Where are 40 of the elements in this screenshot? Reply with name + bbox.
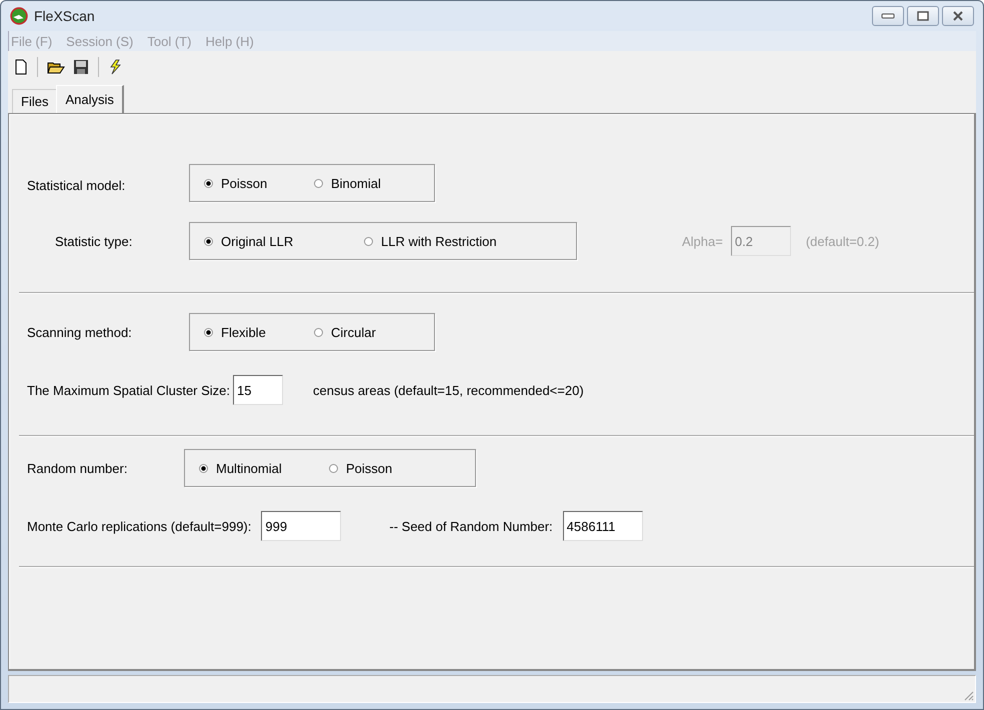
minimize-button[interactable]	[872, 6, 904, 26]
save-button[interactable]	[71, 57, 91, 77]
input-field[interactable]: 4586111	[562, 511, 643, 541]
close-button[interactable]	[942, 6, 974, 26]
radio-button[interactable]	[364, 236, 373, 246]
field-label: -- Seed of Random Number:	[389, 518, 553, 534]
field-label: The Maximum Spatial Cluster Size:	[27, 382, 230, 398]
radio-button[interactable]	[199, 464, 208, 472]
tab[interactable]: Files	[12, 89, 58, 113]
radio-label[interactable]: Poisson	[221, 176, 268, 190]
field-label: census areas (default=15, recommended<=20)	[313, 382, 584, 398]
input-field[interactable]: 15	[233, 375, 284, 405]
radio-button[interactable]	[204, 236, 213, 246]
app-icon	[10, 7, 28, 25]
radio-button[interactable]	[329, 464, 338, 472]
radio-button[interactable]	[314, 178, 323, 188]
radio-label[interactable]: Flexible	[221, 324, 266, 340]
field-label: Alpha=	[682, 234, 723, 248]
radio-button[interactable]	[314, 328, 323, 336]
maximize-icon	[915, 11, 931, 21]
field-label: Statistic type:	[55, 234, 134, 248]
radio-label[interactable]: LLR with Restriction	[381, 234, 497, 248]
radio-button[interactable]	[204, 328, 213, 336]
radio-label[interactable]: Poisson	[346, 460, 392, 476]
input-field[interactable]: 999	[261, 511, 342, 541]
field-label: Monte Carlo replications (default=999):	[27, 518, 252, 534]
tab[interactable]: Analysis	[56, 85, 124, 113]
window-title: FleXScan	[34, 8, 95, 24]
resize-grip-icon	[962, 689, 974, 701]
field-label: (default=0.2)	[806, 234, 880, 248]
field-label: Scanning method:	[27, 324, 133, 340]
radio-label[interactable]: Binomial	[331, 176, 381, 190]
field-label: Random number:	[27, 460, 128, 476]
field-label: Statistical model:	[27, 178, 126, 193]
radio-label[interactable]: Original LLR	[221, 234, 294, 248]
maximize-button[interactable]	[907, 6, 939, 26]
radio-button[interactable]	[204, 178, 213, 188]
radio-label[interactable]: Circular	[331, 324, 376, 340]
radio-label[interactable]: Multinomial	[216, 460, 282, 476]
minimize-icon	[880, 11, 896, 21]
